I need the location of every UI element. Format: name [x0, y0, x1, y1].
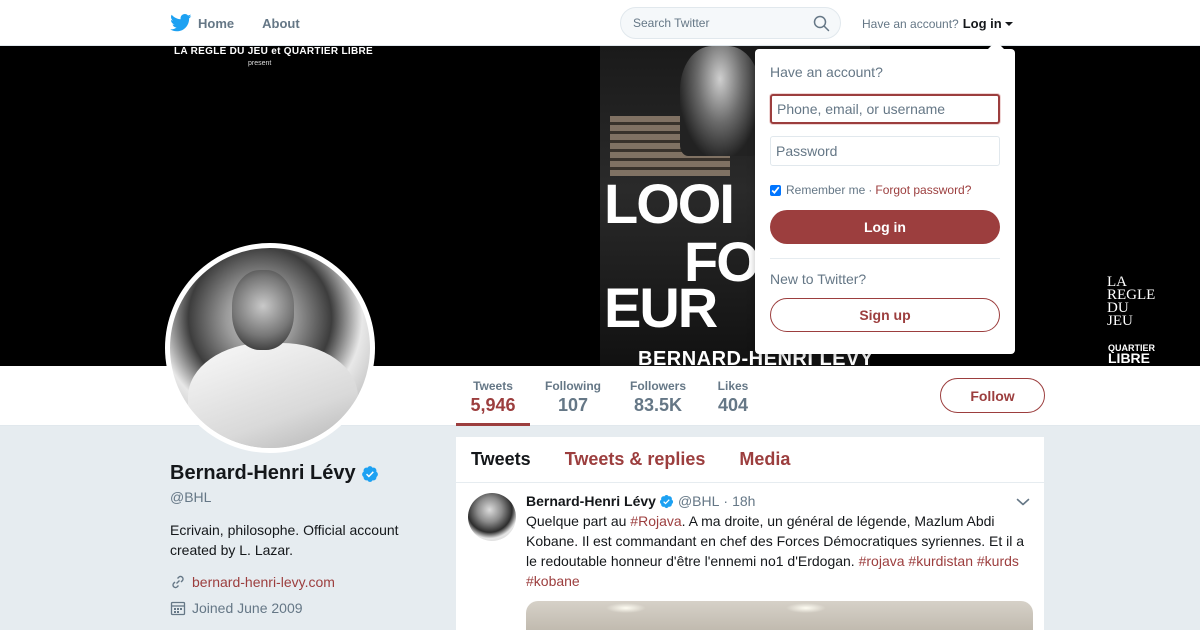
- stat-followers[interactable]: Followers 83.5K: [626, 366, 690, 426]
- calendar-icon: [170, 601, 186, 616]
- dropdown-title: Have an account?: [770, 64, 883, 80]
- remember-me-label[interactable]: Remember me: [786, 183, 865, 197]
- tweet-text: Quelque part au #Rojava. A ma droite, un…: [526, 511, 1026, 591]
- hashtag-link[interactable]: #kurdistan: [908, 553, 973, 569]
- remember-me-checkbox[interactable]: [770, 184, 781, 196]
- caret-down-icon[interactable]: [1004, 21, 1013, 26]
- forgot-password-link[interactable]: Forgot password?: [875, 183, 971, 197]
- profile-joined-date: Joined June 2009: [192, 600, 303, 616]
- search-box: [620, 7, 841, 39]
- profile-bio: Ecrivain, philosophe. Official account c…: [170, 522, 399, 558]
- nav-left: Home About: [170, 0, 328, 46]
- poster-figure-image: [680, 46, 760, 156]
- logo-libre: LIBRE: [1108, 350, 1150, 366]
- timeline-tabs: Tweets Tweets & replies Media: [456, 437, 1044, 483]
- hashtag-link[interactable]: #Rojava: [630, 513, 681, 529]
- regle-du-jeu-logo: LA REGLE DU JEU: [1107, 275, 1155, 329]
- tab-media[interactable]: Media: [739, 449, 790, 470]
- banner-present: present: [248, 60, 272, 67]
- logo-regle-line: JEU: [1107, 313, 1133, 329]
- top-navigation: Home About Have an account? Log in: [0, 0, 1200, 46]
- search-input[interactable]: [633, 16, 803, 30]
- tweet-author-handle[interactable]: @BHL: [678, 493, 719, 509]
- hashtag-link[interactable]: #kobane: [526, 573, 580, 589]
- stat-label: Tweets: [473, 379, 513, 393]
- profile-website-link[interactable]: bernard-henri-levy.com: [192, 574, 335, 590]
- hashtag-link[interactable]: #kurds: [977, 553, 1019, 569]
- stat-value: 5,946: [470, 395, 516, 415]
- tweet-author-name[interactable]: Bernard-Henri Lévy: [526, 493, 656, 509]
- tweet-separator: ·: [723, 493, 729, 509]
- tweet-timestamp[interactable]: 18h: [732, 493, 755, 509]
- avatar-photo: [170, 248, 370, 448]
- stat-value: 107: [557, 395, 589, 415]
- account-area: Have an account? Log in: [862, 16, 1013, 31]
- profile-handle[interactable]: @BHL: [170, 489, 430, 505]
- stat-label: Following: [545, 379, 601, 393]
- nav-home-label: Home: [198, 15, 235, 31]
- stat-following[interactable]: Following 107: [538, 366, 608, 426]
- timeline: Tweets Tweets & replies Media Bernard-He…: [456, 437, 1044, 630]
- name-row: Bernard-Henri Lévy: [170, 462, 430, 485]
- tab-tweets-and-replies[interactable]: Tweets & replies: [565, 449, 706, 470]
- new-to-twitter-text: New to Twitter?: [770, 271, 867, 287]
- poster-title-line-3: EUR: [604, 276, 718, 339]
- photo-ceiling-light: [606, 603, 646, 613]
- stat-tweets[interactable]: Tweets 5,946: [456, 366, 530, 426]
- poster-title-line-1: LOOI: [604, 172, 735, 235]
- password-field[interactable]: [770, 136, 1000, 166]
- profile-name[interactable]: Bernard-Henri Lévy: [170, 462, 356, 485]
- verified-badge-icon: [361, 465, 378, 482]
- search-icon[interactable]: [813, 15, 830, 32]
- stat-value: 404: [717, 395, 749, 415]
- profile-joined-row: Joined June 2009: [170, 600, 430, 616]
- twitter-bird-icon: [170, 14, 192, 32]
- nav-about-label: About: [262, 15, 300, 31]
- login-dropdown: Have an account? Remember me · Forgot pa…: [755, 41, 1015, 354]
- nav-home[interactable]: Home: [170, 14, 234, 32]
- profile-header-card: Bernard-Henri Lévy @BHL Ecrivain, philos…: [170, 462, 430, 616]
- hashtag-link[interactable]: #rojava: [859, 553, 905, 569]
- tweet-header: Bernard-Henri Lévy @BHL · 18h: [526, 493, 1032, 509]
- profile-website-row: bernard-henri-levy.com: [170, 574, 430, 590]
- username-field[interactable]: [770, 94, 1000, 124]
- link-icon: [172, 575, 184, 589]
- have-account-text: Have an account?: [862, 16, 959, 31]
- photo-ceiling-light: [786, 603, 826, 613]
- signup-button[interactable]: Sign up: [770, 298, 1000, 332]
- tab-tweets[interactable]: Tweets: [471, 449, 531, 470]
- tweet-media-photo[interactable]: [526, 601, 1033, 630]
- profile-avatar[interactable]: [165, 243, 375, 453]
- remember-row: Remember me · Forgot password?: [770, 183, 1000, 197]
- dropdown-divider: [770, 258, 1000, 259]
- login-menu-toggle[interactable]: Log in: [963, 16, 1002, 31]
- banner-topline: LA REGLE DU JEU et QUARTIER LIBRE: [174, 46, 373, 57]
- stat-label: Followers: [629, 379, 686, 393]
- stat-value: 83.5K: [633, 395, 683, 415]
- stat-label: Likes: [717, 379, 749, 393]
- avatar-face: [232, 270, 294, 350]
- remember-separator: ·: [868, 183, 873, 197]
- quartier-libre-logo: QUARTIER LIBRE: [1108, 343, 1155, 366]
- tweet[interactable]: Bernard-Henri Lévy @BHL · 18h Quelque pa…: [456, 483, 1044, 630]
- verified-badge-icon: [659, 494, 673, 508]
- follow-button[interactable]: Follow: [940, 378, 1045, 413]
- tweet-text-segment: Quelque part au: [526, 513, 631, 529]
- avatar-shirt: [188, 343, 358, 448]
- nav-about[interactable]: About: [262, 16, 300, 31]
- chevron-down-icon[interactable]: [1016, 497, 1030, 507]
- stat-likes[interactable]: Likes 404: [712, 366, 754, 426]
- login-submit-button[interactable]: Log in: [770, 210, 1000, 244]
- tweet-avatar[interactable]: [468, 493, 516, 541]
